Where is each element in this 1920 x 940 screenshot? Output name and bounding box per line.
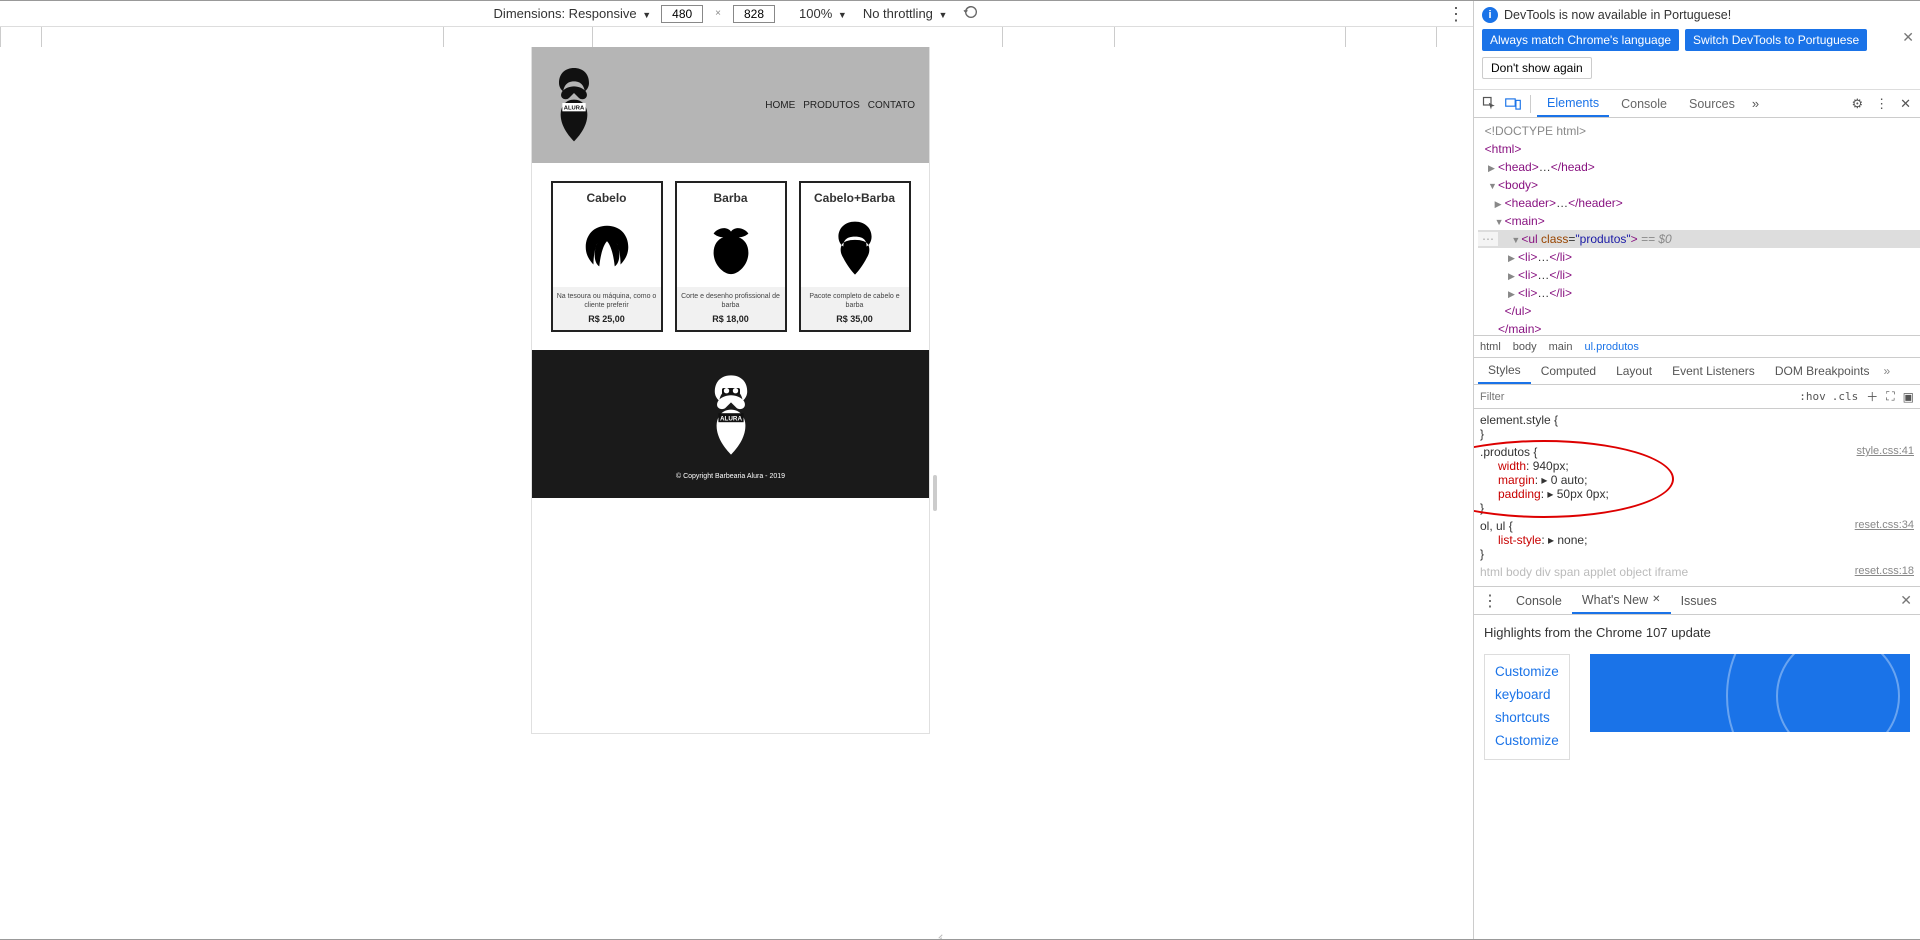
- nav-home[interactable]: HOME: [765, 100, 795, 111]
- device-ruler[interactable]: [0, 27, 1473, 47]
- tab-computed[interactable]: Computed: [1531, 358, 1606, 384]
- chevron-right-icon[interactable]: »: [1747, 96, 1764, 111]
- device-icon[interactable]: ⛶: [1886, 389, 1894, 404]
- match-language-button[interactable]: Always match Chrome's language: [1482, 29, 1679, 51]
- device-toggle-icon[interactable]: [1502, 97, 1524, 111]
- dom-tree[interactable]: <!DOCTYPE html> <html> ▶<head>…</head> ▼…: [1474, 118, 1920, 336]
- drawer-tab-issues[interactable]: Issues: [1671, 587, 1727, 614]
- device-toolbar: Dimensions: Responsive ▼ × 100% ▼ No thr…: [0, 1, 1473, 27]
- nav-contato[interactable]: CONTATO: [868, 100, 915, 111]
- product-card: Barba Corte e desenho profissional de ba…: [675, 181, 787, 332]
- copyright-text: © Copyright Barbearia Alura - 2019: [532, 473, 929, 480]
- page-footer: ALURA © Copyright Barbearia Alura - 2019: [532, 350, 929, 498]
- product-price: R$ 35,00: [805, 314, 905, 324]
- source-link[interactable]: reset.css:34: [1855, 519, 1914, 531]
- product-desc: Pacote completo de cabelo e barba: [805, 293, 905, 311]
- chevron-down-icon: ▼: [642, 10, 651, 20]
- nav: HOME PRODUTOS CONTATO: [765, 100, 915, 111]
- tab-event-listeners[interactable]: Event Listeners: [1662, 358, 1765, 384]
- beard-icon: [677, 211, 785, 287]
- chevron-right-icon[interactable]: »: [1880, 364, 1895, 378]
- product-title: Barba: [677, 191, 785, 205]
- product-card: Cabelo+Barba Pacote completo de cabelo e…: [799, 181, 911, 332]
- whatsnew-graphic: [1590, 654, 1910, 732]
- footer-logo: ALURA: [532, 370, 929, 463]
- box-icon[interactable]: ▣: [1903, 390, 1914, 404]
- crumb-ul[interactable]: ul.produtos: [1584, 341, 1638, 353]
- close-icon[interactable]: ✕: [1895, 96, 1916, 112]
- device-pane: Dimensions: Responsive ▼ × 100% ▼ No thr…: [0, 1, 1473, 939]
- product-price: R$ 25,00: [557, 314, 657, 324]
- product-desc: Na tesoura ou máquina, como o cliente pr…: [557, 293, 657, 311]
- rendered-page: ALURA HOME PRODUTOS CONTATO Cabelo Na te…: [532, 47, 929, 733]
- info-icon: i: [1482, 7, 1498, 23]
- tab-console[interactable]: Console: [1611, 90, 1677, 117]
- dont-show-button[interactable]: Don't show again: [1482, 57, 1592, 79]
- product-desc: Corte e desenho profissional de barba: [681, 293, 781, 311]
- page-header: ALURA HOME PRODUTOS CONTATO: [532, 47, 929, 163]
- tab-layout[interactable]: Layout: [1606, 358, 1662, 384]
- inspect-icon[interactable]: [1478, 96, 1500, 111]
- source-link[interactable]: style.css:41: [1857, 445, 1914, 457]
- chevron-down-icon: ▼: [838, 10, 847, 20]
- drawer-body: Highlights from the Chrome 107 update Cu…: [1474, 615, 1920, 939]
- width-input[interactable]: [661, 5, 703, 23]
- product-price: R$ 18,00: [681, 314, 781, 324]
- close-icon[interactable]: ✕: [1652, 594, 1660, 605]
- close-icon[interactable]: ✕: [1902, 29, 1914, 46]
- product-title: Cabelo+Barba: [801, 191, 909, 205]
- hair-icon: [553, 211, 661, 287]
- zoom-dropdown[interactable]: 100% ▼: [799, 6, 847, 21]
- nav-produtos[interactable]: PRODUTOS: [803, 100, 860, 111]
- styles-pane[interactable]: element.style { } style.css:41 .produtos…: [1474, 409, 1920, 587]
- kebab-icon[interactable]: ⋮: [1447, 4, 1465, 25]
- drawer-tab-console[interactable]: Console: [1506, 587, 1572, 614]
- crumb-body[interactable]: body: [1513, 341, 1537, 353]
- kebab-icon[interactable]: ⋮: [1870, 96, 1893, 112]
- hov-toggle[interactable]: :hov: [1799, 390, 1826, 403]
- resize-handle-corner[interactable]: [931, 929, 945, 939]
- crumb-html[interactable]: html: [1480, 341, 1501, 353]
- tab-sources[interactable]: Sources: [1679, 90, 1745, 117]
- dimensions-dropdown[interactable]: Dimensions: Responsive ▼: [494, 6, 652, 21]
- close-icon[interactable]: ✕: [1892, 592, 1920, 609]
- device-area: ALURA HOME PRODUTOS CONTATO Cabelo Na te…: [0, 47, 1473, 939]
- infobar-message: DevTools is now available in Portuguese!: [1504, 8, 1731, 22]
- logo: ALURA: [546, 55, 602, 155]
- height-input[interactable]: [733, 5, 775, 23]
- drawer-tabs: ⋮ Console What's New✕ Issues ✕: [1474, 587, 1920, 615]
- kebab-icon[interactable]: ⋮: [1474, 591, 1506, 611]
- chevron-down-icon: ▼: [939, 10, 948, 20]
- plus-icon[interactable]: ＋: [1866, 388, 1878, 405]
- tab-styles[interactable]: Styles: [1478, 358, 1531, 384]
- styles-tabs: Styles Computed Layout Event Listeners D…: [1474, 358, 1920, 385]
- switch-language-button[interactable]: Switch DevTools to Portuguese: [1685, 29, 1867, 51]
- crumb-main[interactable]: main: [1549, 341, 1573, 353]
- product-card: Cabelo Na tesoura ou máquina, como o cli…: [551, 181, 663, 332]
- whatsnew-card[interactable]: Customize keyboard shortcuts Customize: [1484, 654, 1570, 760]
- throttling-dropdown[interactable]: No throttling ▼: [863, 6, 948, 21]
- drawer-tab-whatsnew[interactable]: What's New✕: [1572, 587, 1671, 614]
- svg-text:ALURA: ALURA: [564, 106, 585, 112]
- infobar: i DevTools is now available in Portugues…: [1474, 1, 1920, 90]
- breadcrumb[interactable]: html body main ul.produtos: [1474, 336, 1920, 358]
- tab-dom-breakpoints[interactable]: DOM Breakpoints: [1765, 358, 1880, 384]
- tab-elements[interactable]: Elements: [1537, 90, 1609, 117]
- devtools-panel: i DevTools is now available in Portugues…: [1473, 1, 1920, 939]
- products-list: Cabelo Na tesoura ou máquina, como o cli…: [532, 163, 929, 350]
- filter-input[interactable]: [1480, 391, 1793, 403]
- cls-toggle[interactable]: .cls: [1832, 390, 1859, 403]
- devtools-tabs: Elements Console Sources » ⚙ ⋮ ✕: [1474, 90, 1920, 118]
- dimension-separator: ×: [715, 8, 721, 19]
- source-link[interactable]: reset.css:18: [1855, 565, 1914, 577]
- styles-filter-row: :hov .cls ＋ ⛶ ▣: [1474, 385, 1920, 409]
- resize-handle-right[interactable]: [929, 47, 941, 939]
- gear-icon[interactable]: ⚙: [1846, 96, 1868, 112]
- rotate-icon[interactable]: [957, 4, 979, 23]
- whatsnew-title: Highlights from the Chrome 107 update: [1484, 625, 1910, 640]
- combo-icon: [801, 211, 909, 287]
- svg-text:ALURA: ALURA: [719, 415, 741, 422]
- product-title: Cabelo: [553, 191, 661, 205]
